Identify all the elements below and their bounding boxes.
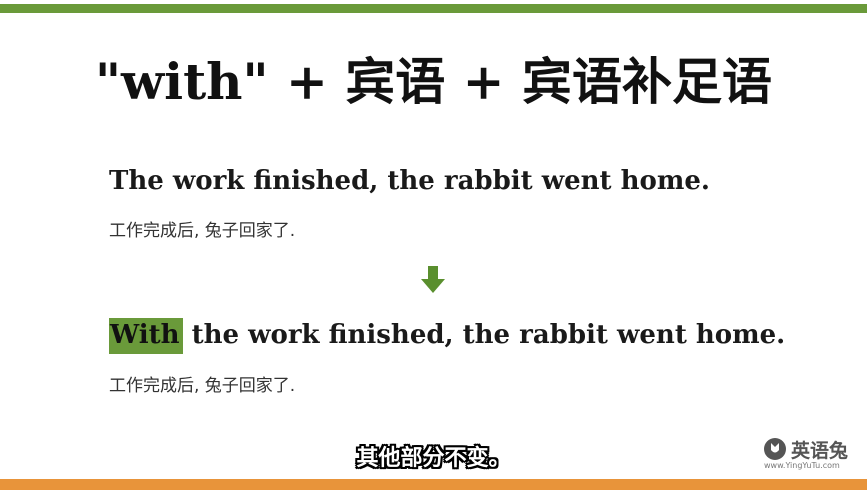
highlighted-word-with: With bbox=[109, 318, 183, 354]
video-subtitle: 其他部分不变。 bbox=[356, 446, 511, 471]
arrow-down-icon bbox=[421, 266, 445, 293]
rabbit-logo-icon bbox=[764, 438, 786, 460]
example-translation-rewritten: 工作完成后, 兔子回家了. bbox=[109, 376, 296, 396]
example-sentence-rewritten: With the work finished, the rabbit went … bbox=[109, 318, 786, 354]
slide-title: "with" + 宾语 + 宾语补足语 bbox=[94, 52, 772, 111]
example-translation-original: 工作完成后, 兔子回家了. bbox=[109, 221, 296, 241]
example-sentence-original: The work finished, the rabbit went home. bbox=[109, 166, 710, 196]
logo-url: www.YingYuTu.com bbox=[764, 461, 840, 470]
top-accent-bar bbox=[0, 4, 867, 13]
sentence-remainder: the work finished, the rabbit went home. bbox=[182, 320, 786, 350]
channel-logo: 英语兔 www.YingYuTu.com bbox=[764, 434, 860, 474]
bottom-accent-bar bbox=[0, 479, 867, 490]
video-frame: "with" + 宾语 + 宾语补足语 The work finished, t… bbox=[0, 0, 867, 490]
logo-name: 英语兔 bbox=[791, 440, 849, 462]
